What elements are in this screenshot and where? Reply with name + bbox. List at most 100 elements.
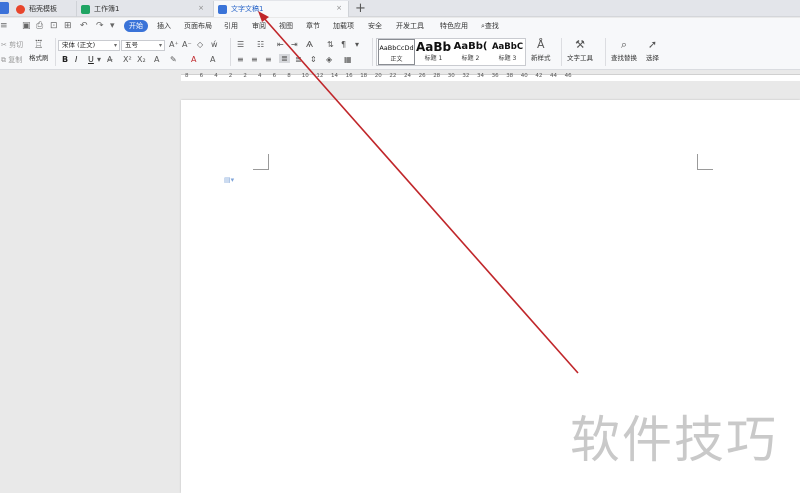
strikethrough-icon[interactable]: A̶: [107, 55, 112, 64]
horizontal-ruler[interactable]: 8 6 4 2 2 4 6 8 10 12 14 16 18 20 22 24 26 28 30 32 34 36 38 40…: [0, 71, 800, 83]
menu-view[interactable]: 视图: [279, 21, 293, 31]
new-style-button[interactable]: Å 新样式: [531, 37, 551, 62]
menu-security[interactable]: 安全: [368, 21, 382, 31]
cut-label: 剪切: [9, 41, 24, 49]
copy-button[interactable]: ⧉ 复制: [1, 55, 22, 65]
char-shading-icon[interactable]: A: [210, 55, 215, 64]
highlight-icon[interactable]: ✎: [170, 55, 177, 64]
ruler-label: 6: [199, 73, 204, 79]
ruler-label: 16: [345, 73, 353, 79]
menu-review[interactable]: 审阅: [252, 21, 266, 31]
ruler-label: 24: [404, 73, 411, 79]
style-heading-2[interactable]: AaBb( 标题 2: [452, 39, 489, 65]
ruler-label: 14: [331, 73, 338, 79]
format-painter-button[interactable]: ♖ 格式刷: [29, 37, 49, 62]
shading-icon[interactable]: ◈: [326, 55, 332, 64]
sort-icon[interactable]: ⇅: [327, 40, 334, 49]
phonetic-guide-icon[interactable]: ẃ: [211, 40, 218, 49]
menu-add-ins[interactable]: 加载项: [333, 21, 354, 31]
borders-icon[interactable]: ▦: [344, 55, 352, 64]
bullet-list-icon[interactable]: ☰: [237, 40, 244, 49]
menu-expand-icon[interactable]: ≡: [0, 21, 8, 31]
bold-icon[interactable]: B: [62, 55, 68, 64]
find-replace-button[interactable]: ⌕ 查找替换: [611, 37, 637, 62]
close-icon[interactable]: ×: [198, 4, 204, 12]
align-right-icon[interactable]: ≡: [265, 55, 272, 64]
line-spacing-icon[interactable]: ⇕: [310, 55, 317, 64]
font-size-select[interactable]: 五号 ▾: [121, 40, 165, 51]
align-left-icon[interactable]: ≡: [237, 55, 244, 64]
ruler-label: 28: [433, 73, 441, 79]
style-heading-3[interactable]: AaBbC 标题 3: [489, 39, 526, 65]
decrease-indent-icon[interactable]: ⇤: [277, 40, 284, 49]
menu-home[interactable]: 开始: [124, 20, 148, 32]
ruler-label: 40: [520, 73, 528, 79]
paragraph-options-icon[interactable]: ▤▾: [224, 176, 234, 184]
select-button[interactable]: ➚ 选择: [646, 37, 659, 62]
save-icon[interactable]: ▣: [22, 21, 31, 31]
tab-bar: 稻壳模板 工作簿1 × 文字文稿1 × +: [0, 0, 800, 17]
underline-icon[interactable]: U: [88, 55, 94, 64]
style-heading-1[interactable]: AaBb 标题 1: [415, 39, 452, 65]
style-normal[interactable]: AaBbCcDd 正文: [378, 39, 415, 65]
menu-references[interactable]: 引用: [224, 21, 238, 31]
menu-insert[interactable]: 插入: [157, 21, 171, 31]
menu-developer[interactable]: 开发工具: [396, 21, 424, 31]
font-name-value: 宋体 (正文): [62, 41, 96, 49]
tab-document[interactable]: 文字文稿1 ×: [213, 1, 349, 17]
home-tab-edge[interactable]: [0, 2, 9, 14]
chevron-down-icon[interactable]: ▾: [355, 40, 359, 49]
chinese-layout-icon[interactable]: Ѧ: [306, 40, 313, 49]
redo-icon[interactable]: ↷: [96, 21, 104, 31]
font-color-icon[interactable]: A: [191, 55, 196, 64]
brush-icon: ♖: [33, 38, 44, 51]
tab-label: 稻壳模板: [29, 5, 57, 13]
divider: [561, 38, 562, 66]
grow-font-icon[interactable]: A⁺: [169, 40, 179, 49]
tab-workbook[interactable]: 工作簿1 ×: [76, 1, 210, 17]
align-center-icon[interactable]: ≡: [251, 55, 258, 64]
magnifier-icon: ⌕: [620, 38, 628, 51]
justify-icon[interactable]: ≣: [279, 54, 290, 63]
distributed-icon[interactable]: ≣: [295, 55, 302, 64]
style-sample: AaBb(: [453, 41, 488, 52]
export-pdf-icon[interactable]: ⊞: [64, 21, 72, 31]
tab-label: 工作簿1: [94, 5, 120, 13]
copy-icon: ⧉: [1, 56, 6, 64]
superscript-icon[interactable]: X²: [123, 55, 132, 64]
print-preview-icon[interactable]: ⊡: [50, 21, 58, 31]
undo-icon[interactable]: ↶: [80, 21, 88, 31]
close-icon[interactable]: ×: [336, 4, 342, 12]
shrink-font-icon[interactable]: A⁻: [182, 40, 192, 49]
style-caption: 标题 1: [424, 55, 443, 62]
text-effect-icon[interactable]: A: [154, 55, 159, 64]
clear-format-icon[interactable]: ◇: [197, 40, 203, 49]
menu-search[interactable]: ⌕查找: [481, 21, 499, 31]
ruler-label: 2: [243, 73, 247, 79]
increase-indent-icon[interactable]: ⇥: [291, 40, 298, 49]
menu-section[interactable]: 章节: [306, 21, 320, 31]
style-gallery: AaBbCcDd 正文 AaBb 标题 1 AaBb( 标题 2 AaBbC 标…: [376, 38, 526, 66]
style-sample: AaBb: [415, 40, 452, 54]
docer-icon: [16, 4, 25, 14]
spreadsheet-icon: [81, 4, 90, 14]
watermark-overlay: 软件技巧: [568, 378, 800, 493]
format-painter-label: 格式刷: [29, 54, 49, 62]
menu-special-apps[interactable]: 特色应用: [440, 21, 468, 31]
chevron-down-icon[interactable]: ▾: [110, 21, 115, 31]
chevron-down-icon[interactable]: ▾: [97, 55, 101, 64]
subscript-icon[interactable]: X₂: [137, 55, 146, 64]
show-marks-icon[interactable]: ¶: [341, 40, 346, 49]
new-tab-button[interactable]: +: [355, 0, 366, 17]
chevron-down-icon: ▾: [158, 42, 162, 49]
cut-button[interactable]: ✂ 剪切: [1, 40, 23, 50]
text-tools-button[interactable]: ⚒ 文字工具: [567, 37, 593, 62]
italic-icon[interactable]: I: [75, 55, 77, 64]
numbered-list-icon[interactable]: ☷: [257, 40, 264, 49]
font-name-select[interactable]: 宋体 (正文) ▾: [58, 40, 120, 51]
tab-label: 文字文稿1: [231, 5, 264, 13]
ruler-label: 38: [506, 73, 514, 79]
menu-page-layout[interactable]: 页面布局: [184, 21, 212, 31]
print-icon[interactable]: ⎙: [36, 21, 43, 31]
tab-docer-templates[interactable]: 稻壳模板: [12, 1, 74, 17]
